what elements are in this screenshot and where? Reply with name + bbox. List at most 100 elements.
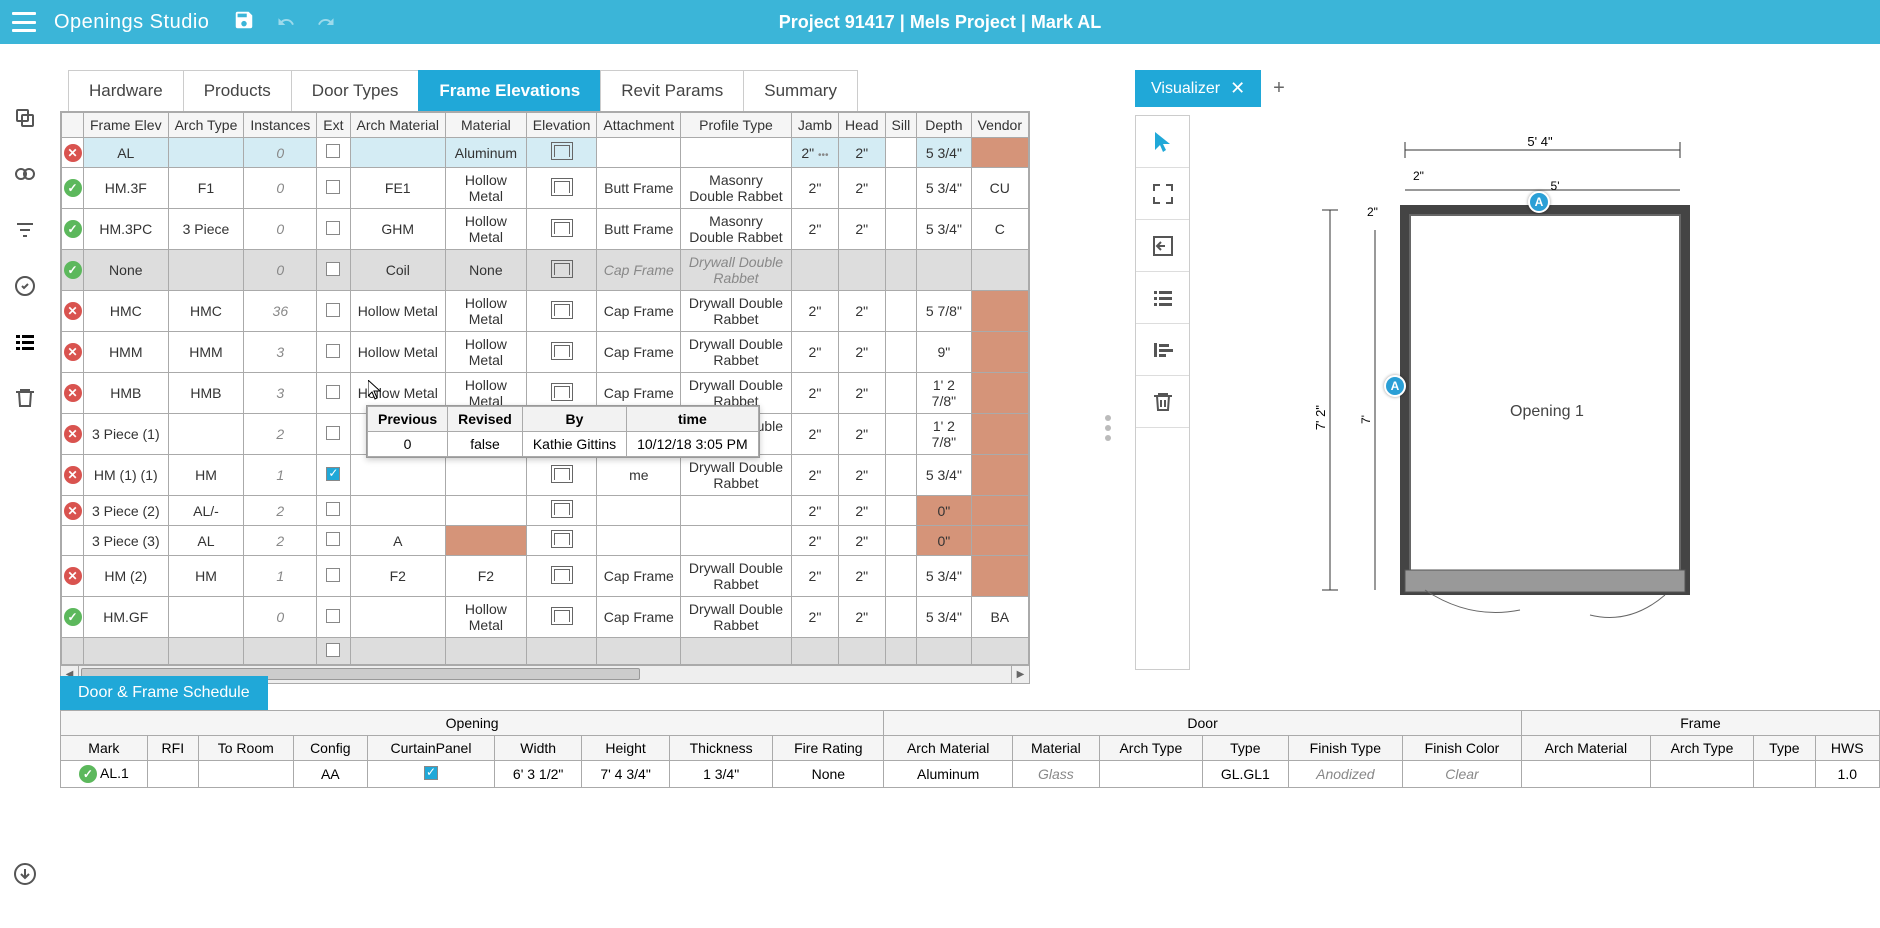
cell-material[interactable]: Hollow Metal [446, 597, 527, 638]
visualizer-tab[interactable]: Visualizer ✕ [1135, 70, 1261, 107]
cell-instances[interactable]: 3 [244, 332, 317, 373]
cell-profile_type[interactable] [681, 496, 792, 526]
cell-arch_material[interactable]: A [350, 526, 445, 556]
list-icon[interactable] [11, 328, 39, 356]
cell-material[interactable]: F2 [446, 556, 527, 597]
table-row[interactable]: ✕3 Piece (2)AL/-22"2"0" [62, 496, 1029, 526]
cell-instances[interactable]: 1 [244, 556, 317, 597]
cell-vendor[interactable] [971, 291, 1028, 332]
sched-col[interactable]: Thickness [669, 736, 773, 761]
sched-col[interactable]: Arch Type [1650, 736, 1753, 761]
cell-frame_elev[interactable]: HM.3F [84, 168, 169, 209]
ext-checkbox[interactable] [326, 180, 340, 194]
ext-checkbox[interactable] [326, 467, 340, 481]
ext-checkbox[interactable] [326, 532, 340, 546]
cell-arch_type[interactable] [168, 138, 244, 168]
cell-depth[interactable]: 5 3/4" [917, 168, 971, 209]
table-row[interactable]: ✕HM (1) (1)HM1meDrywall Double Rabbet2"2… [62, 455, 1029, 496]
cell-attachment[interactable] [597, 138, 681, 168]
cell-frame_elev[interactable]: 3 Piece (3) [84, 526, 169, 556]
copy-icon[interactable] [11, 104, 39, 132]
cell-ext[interactable] [317, 556, 350, 597]
vertical-splitter[interactable] [1105, 415, 1111, 441]
cell-jamb[interactable]: 2" [791, 332, 838, 373]
col-attachment[interactable]: Attachment [597, 113, 681, 138]
marker-a-top[interactable]: A [1528, 191, 1550, 213]
cell-profile_type[interactable]: Masonry Double Rabbet [681, 209, 792, 250]
cell-material[interactable] [446, 496, 527, 526]
cell-ext[interactable] [317, 496, 350, 526]
col-vendor[interactable]: Vendor [971, 113, 1028, 138]
schedule-tab[interactable]: Door & Frame Schedule [60, 676, 268, 710]
col-material[interactable]: Material [446, 113, 527, 138]
cell-vendor[interactable] [971, 526, 1028, 556]
sched-col[interactable]: Fire Rating [773, 736, 884, 761]
cell-sill[interactable] [885, 597, 917, 638]
cell-ext[interactable] [317, 250, 350, 291]
cell-sill[interactable] [885, 332, 917, 373]
cell-material[interactable]: Hollow Metal [446, 291, 527, 332]
sched-col[interactable]: Finish Type [1288, 736, 1402, 761]
cell-vendor[interactable] [971, 138, 1028, 168]
cell-elevation[interactable] [526, 291, 597, 332]
cell-profile_type[interactable]: Drywall Double Rabbet [681, 455, 792, 496]
link-icon[interactable] [11, 160, 39, 188]
pointer-tool-icon[interactable] [1136, 116, 1189, 168]
col-profile-type[interactable]: Profile Type [681, 113, 792, 138]
ext-checkbox[interactable] [326, 303, 340, 317]
cell-depth[interactable]: 5 3/4" [917, 556, 971, 597]
cell-profile_type[interactable]: Drywall Double Rabbet [681, 291, 792, 332]
cell-jamb[interactable]: 2" [791, 414, 838, 455]
cell-frame_elev[interactable]: HMM [84, 332, 169, 373]
table-row[interactable]: ✓None0CoilNoneCap FrameDrywall Double Ra… [62, 250, 1029, 291]
cell-attachment[interactable] [597, 526, 681, 556]
cell-elevation[interactable] [526, 250, 597, 291]
cell-head[interactable]: 2" [839, 332, 885, 373]
cell-profile_type[interactable]: Drywall Double Rabbet [681, 250, 792, 291]
cell-attachment[interactable]: Butt Frame [597, 209, 681, 250]
cell-attachment[interactable]: Cap Frame [597, 291, 681, 332]
ext-checkbox[interactable] [326, 609, 340, 623]
cell-frame_elev[interactable]: HM.GF [84, 597, 169, 638]
cell-jamb[interactable]: 2" [791, 168, 838, 209]
sched-col[interactable]: Width [494, 736, 581, 761]
cell-elevation[interactable] [526, 168, 597, 209]
cell-ext[interactable] [317, 138, 350, 168]
cell-depth[interactable]: 1' 2 7/8" [917, 373, 971, 414]
cell-attachment[interactable]: Cap Frame [597, 250, 681, 291]
cell-material[interactable] [446, 526, 527, 556]
cell-head[interactable]: 2" [839, 168, 885, 209]
cell-attachment[interactable]: me [597, 455, 681, 496]
cell-vendor[interactable]: BA [971, 597, 1028, 638]
sched-col[interactable]: RFI [147, 736, 198, 761]
cell-vendor[interactable] [971, 556, 1028, 597]
cell-arch_material[interactable] [350, 455, 445, 496]
filter-icon[interactable] [11, 216, 39, 244]
cell-arch_material[interactable] [350, 597, 445, 638]
col-jamb[interactable]: Jamb [791, 113, 838, 138]
cell-depth[interactable]: 1' 2 7/8" [917, 414, 971, 455]
cell-vendor[interactable]: CU [971, 168, 1028, 209]
cell-jamb[interactable]: 2" [791, 496, 838, 526]
ext-checkbox[interactable] [326, 426, 340, 440]
add-tab-button[interactable]: + [1273, 77, 1285, 100]
sched-col[interactable]: Height [582, 736, 669, 761]
undo-icon[interactable] [275, 13, 297, 31]
table-row[interactable]: ✓HM.GF0Hollow MetalCap FrameDrywall Doub… [62, 597, 1029, 638]
ext-checkbox[interactable] [326, 221, 340, 235]
cell-sill[interactable] [885, 209, 917, 250]
cell-material[interactable]: Hollow Metal [446, 209, 527, 250]
tab-door-types[interactable]: Door Types [291, 70, 420, 111]
sched-col[interactable]: To Room [198, 736, 293, 761]
cell-sill[interactable] [885, 373, 917, 414]
ext-checkbox[interactable] [326, 144, 340, 158]
sched-col[interactable]: Material [1013, 736, 1100, 761]
visualizer-canvas[interactable]: 5' 4" 2" 5' 7' 2" 2" 7' [1190, 115, 1880, 670]
table-row[interactable]: ✕HM (2)HM1F2F2Cap FrameDrywall Double Ra… [62, 556, 1029, 597]
cell-depth[interactable]: 0" [917, 526, 971, 556]
cell-arch_type[interactable] [168, 597, 244, 638]
cell-depth[interactable]: 5 3/4" [917, 455, 971, 496]
cell-jamb[interactable]: 2" [791, 455, 838, 496]
cell-vendor[interactable] [971, 455, 1028, 496]
cell-material[interactable] [446, 455, 527, 496]
